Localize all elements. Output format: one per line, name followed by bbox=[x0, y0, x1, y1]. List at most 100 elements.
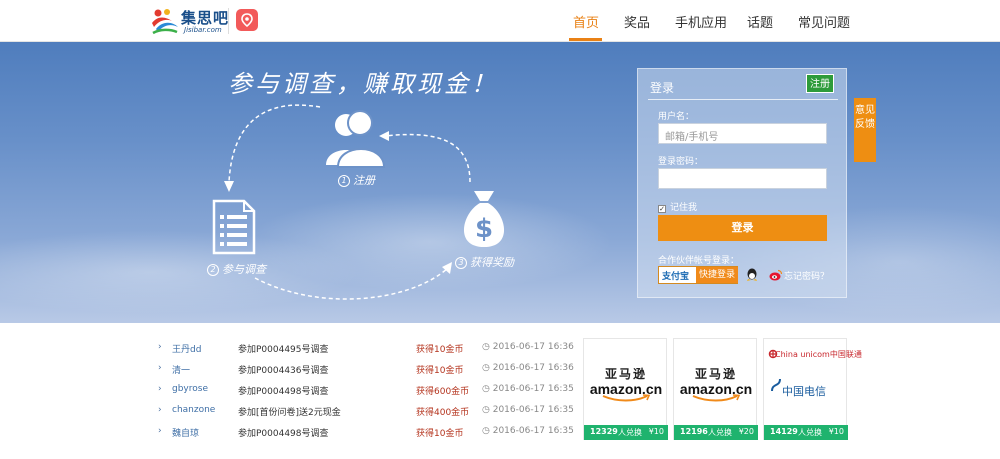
feed-user[interactable]: 魏自琼 bbox=[172, 426, 199, 439]
remember-me-checkbox[interactable]: ✓ bbox=[658, 205, 666, 213]
weibo-icon[interactable] bbox=[769, 269, 782, 281]
step-register-label: 1 注册 bbox=[338, 172, 375, 188]
chevron-right-icon: › bbox=[158, 384, 162, 394]
feed-row: › 魏自琼 参加P0004498号调查 获得10金币 ◷ 2016-06-17 … bbox=[156, 422, 576, 443]
feed-user[interactable]: gbyrose bbox=[172, 384, 208, 394]
login-title: 登录 bbox=[650, 81, 675, 95]
baidu-jingyan-watermark: Bai 经验 bbox=[836, 385, 894, 401]
remember-me-label: 记住我 bbox=[670, 203, 698, 213]
feed-time-value: 2016-06-17 16:36 bbox=[492, 342, 574, 352]
username-label: 用户名： bbox=[658, 112, 695, 122]
nav-mobile-app[interactable]: 手机应用 bbox=[675, 12, 727, 31]
step-1-text: 注册 bbox=[353, 174, 375, 187]
chevron-right-icon: › bbox=[158, 426, 162, 436]
feed-user[interactable]: 王丹dd bbox=[172, 342, 201, 355]
feed-time: ◷ 2016-06-17 16:36 bbox=[482, 342, 574, 352]
prize-card[interactable]: China unicom中国联通 中国电信 14129 人兑换 ¥10 bbox=[763, 338, 862, 440]
logo-divider bbox=[228, 8, 229, 34]
app-download-badge[interactable] bbox=[236, 9, 258, 31]
chevron-right-icon: › bbox=[158, 363, 162, 373]
prize-count: 12196 bbox=[680, 427, 708, 436]
feed-time-value: 2016-06-17 16:35 bbox=[492, 405, 574, 415]
feed-time: ◷ 2016-06-17 16:36 bbox=[482, 363, 574, 373]
location-pin-icon bbox=[241, 13, 253, 27]
nav-home[interactable]: 首页 bbox=[573, 12, 599, 31]
site-logo[interactable]: 集思吧 Jisibar.com bbox=[150, 5, 240, 37]
logo-text-en: Jisibar.com bbox=[184, 26, 222, 34]
feed-reward: 获得400金币 bbox=[416, 408, 470, 418]
feed-user[interactable]: 清一 bbox=[172, 363, 190, 376]
feed-reward: 获得10金币 bbox=[416, 429, 464, 439]
users-icon bbox=[326, 110, 386, 168]
nav-faq[interactable]: 常见问题 bbox=[798, 12, 850, 31]
forgot-password-link[interactable]: 忘记密码？ bbox=[784, 269, 829, 282]
qq-icon[interactable] bbox=[746, 268, 758, 282]
step-1-number: 1 bbox=[338, 175, 350, 187]
prize-price: ¥20 bbox=[738, 427, 754, 436]
chevron-right-icon: › bbox=[158, 342, 162, 352]
password-input[interactable] bbox=[658, 168, 827, 189]
step-flow-arrows bbox=[224, 104, 471, 300]
prize-brand-cn: 亚马逊 bbox=[694, 367, 737, 381]
prize-brand-cn: 中国电信 bbox=[782, 385, 826, 398]
nav-active-indicator bbox=[569, 38, 602, 41]
alipay-logo: 支付宝 bbox=[662, 272, 690, 282]
feed-action: 参加P0004436号调查 bbox=[238, 366, 329, 376]
prize-price: ¥10 bbox=[648, 427, 664, 436]
feedback-tab[interactable]: 意见反馈 bbox=[854, 98, 876, 162]
nav-topics[interactable]: 话题 bbox=[747, 12, 773, 31]
feed-time-value: 2016-06-17 16:35 bbox=[492, 426, 574, 436]
svg-text:$: $ bbox=[475, 214, 493, 244]
document-icon bbox=[212, 199, 256, 255]
feed-time: ◷ 2016-06-17 16:35 bbox=[482, 426, 574, 436]
step-reward-label: 3 获得奖励 bbox=[455, 254, 514, 270]
login-panel: 登录 注册 用户名： 邮箱/手机号 登录密码： ✓ 记住我 登录 合作伙伴帐号登录… bbox=[637, 68, 847, 298]
prize-card[interactable]: 亚马逊 amazon.cn 12329 人兑换 ¥10 bbox=[583, 338, 668, 440]
amazon-logo: 亚马逊 amazon.cn bbox=[674, 343, 758, 423]
feed-time-value: 2016-06-17 16:35 bbox=[492, 384, 574, 394]
prize-price: ¥10 bbox=[828, 427, 844, 436]
prize-brand-cn: 亚马逊 bbox=[604, 367, 647, 381]
feed-reward: 获得10金币 bbox=[416, 366, 464, 376]
feed-action: 参加P0004498号调查 bbox=[238, 387, 329, 397]
prize-count: 14129 bbox=[770, 427, 798, 436]
prize-card[interactable]: 亚马逊 amazon.cn 12196 人兑换 ¥20 bbox=[673, 338, 758, 440]
prize-brand-en: amazon.cn bbox=[589, 381, 663, 397]
feed-user[interactable]: chanzone bbox=[172, 405, 215, 415]
prize-redeem-bar: 12329 人兑换 ¥10 bbox=[584, 425, 668, 440]
feed-reward: 获得10金币 bbox=[416, 345, 464, 355]
prize-count-unit: 人兑换 bbox=[618, 428, 642, 437]
hero-banner: 参与调查，赚取现金！ 1 注册 2 参与调查 $ 3 获得奖励 登录 注册 用户… bbox=[0, 42, 1000, 323]
remember-me[interactable]: ✓ 记住我 bbox=[658, 200, 697, 213]
alipay-quick-label: 快捷登录 bbox=[696, 267, 738, 283]
feed-action: 参加P0004498号调查 bbox=[238, 429, 329, 439]
username-input[interactable]: 邮箱/手机号 bbox=[658, 123, 827, 144]
prize-brand-en: amazon.cn bbox=[679, 381, 753, 397]
prize-redeem-bar: 14129 人兑换 ¥10 bbox=[764, 425, 848, 440]
prize-count-unit: 人兑换 bbox=[708, 428, 732, 437]
step-2-number: 2 bbox=[207, 264, 219, 276]
login-divider bbox=[648, 99, 838, 100]
feed-time: ◷ 2016-06-17 16:35 bbox=[482, 384, 574, 394]
step-survey-label: 2 参与调查 bbox=[207, 261, 266, 277]
feed-time-value: 2016-06-17 16:36 bbox=[492, 363, 574, 373]
prize-count-unit: 人兑换 bbox=[798, 428, 822, 437]
feed-action: 参加[首份问卷]送2元现金 bbox=[238, 408, 341, 418]
step-3-number: 3 bbox=[455, 257, 467, 269]
password-label: 登录密码： bbox=[658, 157, 704, 167]
login-submit-button[interactable]: 登录 bbox=[658, 215, 827, 241]
alipay-login-button[interactable]: 支付宝 快捷登录 bbox=[658, 266, 738, 284]
telecom-swirl-icon bbox=[771, 378, 781, 392]
nav-prizes[interactable]: 奖品 bbox=[624, 12, 650, 31]
site-header: 集思吧 Jisibar.com 首页 奖品 手机应用 话题 常见问题 bbox=[0, 0, 1000, 42]
register-button[interactable]: 注册 bbox=[806, 74, 834, 93]
feed-row: › 清一 参加P0004436号调查 获得10金币 ◷ 2016-06-17 1… bbox=[156, 359, 576, 380]
feed-time: ◷ 2016-06-17 16:35 bbox=[482, 405, 574, 415]
money-bag-icon: $ bbox=[463, 191, 505, 247]
chevron-right-icon: › bbox=[158, 405, 162, 415]
feed-action: 参加P0004495号调查 bbox=[238, 345, 329, 355]
feed-reward: 获得600金币 bbox=[416, 387, 470, 397]
logo-text-cn: 集思吧 bbox=[181, 9, 230, 27]
logo-figure-icon bbox=[152, 9, 178, 35]
prize-redeem-bar: 12196 人兑换 ¥20 bbox=[674, 425, 758, 440]
